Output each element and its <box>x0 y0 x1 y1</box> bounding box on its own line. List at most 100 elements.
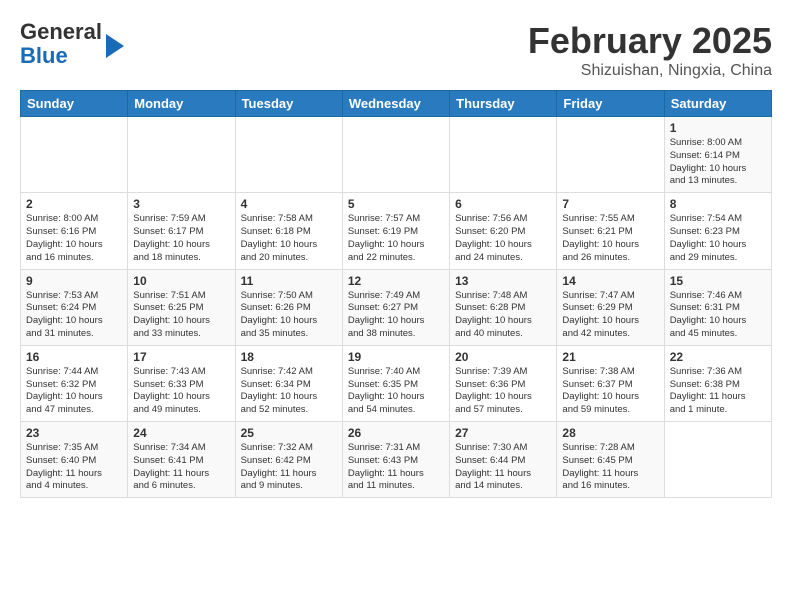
day-info: Sunrise: 7:39 AM Sunset: 6:36 PM Dayligh… <box>455 366 551 417</box>
calendar-cell <box>342 117 449 193</box>
calendar-cell: 16 Sunrise: 7:44 AM Sunset: 6:32 PM Dayli… <box>21 345 128 421</box>
calendar-cell: 14 Sunrise: 7:47 AM Sunset: 6:29 PM Dayli… <box>557 269 664 345</box>
day-number: 28 <box>562 426 658 440</box>
day-info: Sunrise: 7:28 AM Sunset: 6:45 PM Dayligh… <box>562 442 658 493</box>
day-info: Sunrise: 7:34 AM Sunset: 6:41 PM Dayligh… <box>133 442 229 493</box>
calendar-cell: 19Sunrise: 7:40 AM Sunset: 6:35 PM Dayli… <box>342 345 449 421</box>
day-info: Sunrise: 7:38 AM Sunset: 6:37 PM Dayligh… <box>562 366 658 417</box>
day-info: Sunrise: 7:49 AM Sunset: 6:27 PM Dayligh… <box>348 290 444 341</box>
day-info: Sunrise: 7:48 AM Sunset: 6:28 PM Dayligh… <box>455 290 551 341</box>
title-block: February 2025 Shizuishan, Ningxia, China <box>528 20 772 80</box>
day-info: Sunrise: 8:00 AM Sunset: 6:14 PM Dayligh… <box>670 137 766 188</box>
day-number: 14 <box>562 274 658 288</box>
day-number: 15 <box>670 274 766 288</box>
day-info: Sunrise: 8:00 AM Sunset: 6:16 PM Dayligh… <box>26 213 122 264</box>
calendar-cell: 22Sunrise: 7:36 AM Sunset: 6:38 PM Dayli… <box>664 345 771 421</box>
day-number: 25 <box>241 426 337 440</box>
day-number: 20 <box>455 350 551 364</box>
day-number: 5 <box>348 197 444 211</box>
day-info: Sunrise: 7:35 AM Sunset: 6:40 PM Dayligh… <box>26 442 122 493</box>
calendar-cell: 27 Sunrise: 7:30 AM Sunset: 6:44 PM Dayli… <box>450 422 557 498</box>
weekday-header-monday: Monday <box>128 91 235 117</box>
weekday-header-tuesday: Tuesday <box>235 91 342 117</box>
calendar-cell: 12 Sunrise: 7:49 AM Sunset: 6:27 PM Dayli… <box>342 269 449 345</box>
day-number: 24 <box>133 426 229 440</box>
day-number: 10 <box>133 274 229 288</box>
logo: General Blue <box>20 20 124 68</box>
day-info: Sunrise: 7:51 AM Sunset: 6:25 PM Dayligh… <box>133 290 229 341</box>
calendar-cell: 8 Sunrise: 7:54 AM Sunset: 6:23 PM Daylig… <box>664 193 771 269</box>
calendar-week-4: 16 Sunrise: 7:44 AM Sunset: 6:32 PM Dayli… <box>21 345 772 421</box>
calendar-cell <box>557 117 664 193</box>
day-info: Sunrise: 7:43 AM Sunset: 6:33 PM Dayligh… <box>133 366 229 417</box>
day-info: Sunrise: 7:55 AM Sunset: 6:21 PM Dayligh… <box>562 213 658 264</box>
day-number: 26 <box>348 426 444 440</box>
day-number: 2 <box>26 197 122 211</box>
calendar-cell: 1 Sunrise: 8:00 AM Sunset: 6:14 PM Daylig… <box>664 117 771 193</box>
day-number: 22 <box>670 350 766 364</box>
day-number: 3 <box>133 197 229 211</box>
day-info: Sunrise: 7:46 AM Sunset: 6:31 PM Dayligh… <box>670 290 766 341</box>
day-info: Sunrise: 7:30 AM Sunset: 6:44 PM Dayligh… <box>455 442 551 493</box>
day-info: Sunrise: 7:50 AM Sunset: 6:26 PM Dayligh… <box>241 290 337 341</box>
calendar-cell: 6 Sunrise: 7:56 AM Sunset: 6:20 PM Daylig… <box>450 193 557 269</box>
calendar-week-5: 23Sunrise: 7:35 AM Sunset: 6:40 PM Dayli… <box>21 422 772 498</box>
day-number: 8 <box>670 197 766 211</box>
day-info: Sunrise: 7:56 AM Sunset: 6:20 PM Dayligh… <box>455 213 551 264</box>
weekday-header-friday: Friday <box>557 91 664 117</box>
calendar-week-3: 9 Sunrise: 7:53 AM Sunset: 6:24 PM Daylig… <box>21 269 772 345</box>
calendar-cell: 7 Sunrise: 7:55 AM Sunset: 6:21 PM Daylig… <box>557 193 664 269</box>
calendar-cell: 5 Sunrise: 7:57 AM Sunset: 6:19 PM Daylig… <box>342 193 449 269</box>
calendar-cell: 23Sunrise: 7:35 AM Sunset: 6:40 PM Dayli… <box>21 422 128 498</box>
calendar-cell: 13 Sunrise: 7:48 AM Sunset: 6:28 PM Dayli… <box>450 269 557 345</box>
day-number: 7 <box>562 197 658 211</box>
calendar-cell <box>235 117 342 193</box>
day-info: Sunrise: 7:53 AM Sunset: 6:24 PM Dayligh… <box>26 290 122 341</box>
day-number: 9 <box>26 274 122 288</box>
calendar-table: SundayMondayTuesdayWednesdayThursdayFrid… <box>20 90 772 498</box>
day-number: 6 <box>455 197 551 211</box>
day-number: 13 <box>455 274 551 288</box>
day-info: Sunrise: 7:59 AM Sunset: 6:17 PM Dayligh… <box>133 213 229 264</box>
day-info: Sunrise: 7:47 AM Sunset: 6:29 PM Dayligh… <box>562 290 658 341</box>
calendar-cell: 3 Sunrise: 7:59 AM Sunset: 6:17 PM Daylig… <box>128 193 235 269</box>
calendar-cell: 9 Sunrise: 7:53 AM Sunset: 6:24 PM Daylig… <box>21 269 128 345</box>
weekday-header-wednesday: Wednesday <box>342 91 449 117</box>
day-number: 18 <box>241 350 337 364</box>
day-number: 11 <box>241 274 337 288</box>
day-info: Sunrise: 7:44 AM Sunset: 6:32 PM Dayligh… <box>26 366 122 417</box>
logo-arrow-icon <box>106 34 124 58</box>
calendar-cell <box>21 117 128 193</box>
logo-general: General <box>20 19 102 44</box>
day-number: 21 <box>562 350 658 364</box>
day-number: 4 <box>241 197 337 211</box>
calendar-cell: 28 Sunrise: 7:28 AM Sunset: 6:45 PM Dayli… <box>557 422 664 498</box>
day-info: Sunrise: 7:42 AM Sunset: 6:34 PM Dayligh… <box>241 366 337 417</box>
day-number: 1 <box>670 121 766 135</box>
calendar-week-1: 1 Sunrise: 8:00 AM Sunset: 6:14 PM Daylig… <box>21 117 772 193</box>
calendar-cell: 15 Sunrise: 7:46 AM Sunset: 6:31 PM Dayli… <box>664 269 771 345</box>
day-number: 27 <box>455 426 551 440</box>
day-number: 12 <box>348 274 444 288</box>
day-info: Sunrise: 7:58 AM Sunset: 6:18 PM Dayligh… <box>241 213 337 264</box>
day-number: 16 <box>26 350 122 364</box>
calendar-cell: 18 Sunrise: 7:42 AM Sunset: 6:34 PM Dayli… <box>235 345 342 421</box>
page-header: General Blue February 2025 Shizuishan, N… <box>20 20 772 80</box>
location: Shizuishan, Ningxia, China <box>528 62 772 80</box>
day-info: Sunrise: 7:57 AM Sunset: 6:19 PM Dayligh… <box>348 213 444 264</box>
day-info: Sunrise: 7:32 AM Sunset: 6:42 PM Dayligh… <box>241 442 337 493</box>
calendar-cell: 2 Sunrise: 8:00 AM Sunset: 6:16 PM Daylig… <box>21 193 128 269</box>
day-info: Sunrise: 7:54 AM Sunset: 6:23 PM Dayligh… <box>670 213 766 264</box>
day-number: 19 <box>348 350 444 364</box>
calendar-cell: 4 Sunrise: 7:58 AM Sunset: 6:18 PM Daylig… <box>235 193 342 269</box>
day-number: 17 <box>133 350 229 364</box>
calendar-cell: 25 Sunrise: 7:32 AM Sunset: 6:42 PM Dayli… <box>235 422 342 498</box>
month-title: February 2025 <box>528 20 772 62</box>
calendar-cell <box>128 117 235 193</box>
calendar-cell <box>450 117 557 193</box>
calendar-cell: 20 Sunrise: 7:39 AM Sunset: 6:36 PM Dayli… <box>450 345 557 421</box>
weekday-header-thursday: Thursday <box>450 91 557 117</box>
calendar-week-2: 2 Sunrise: 8:00 AM Sunset: 6:16 PM Daylig… <box>21 193 772 269</box>
calendar-cell: 26Sunrise: 7:31 AM Sunset: 6:43 PM Dayli… <box>342 422 449 498</box>
calendar-cell: 17 Sunrise: 7:43 AM Sunset: 6:33 PM Dayli… <box>128 345 235 421</box>
